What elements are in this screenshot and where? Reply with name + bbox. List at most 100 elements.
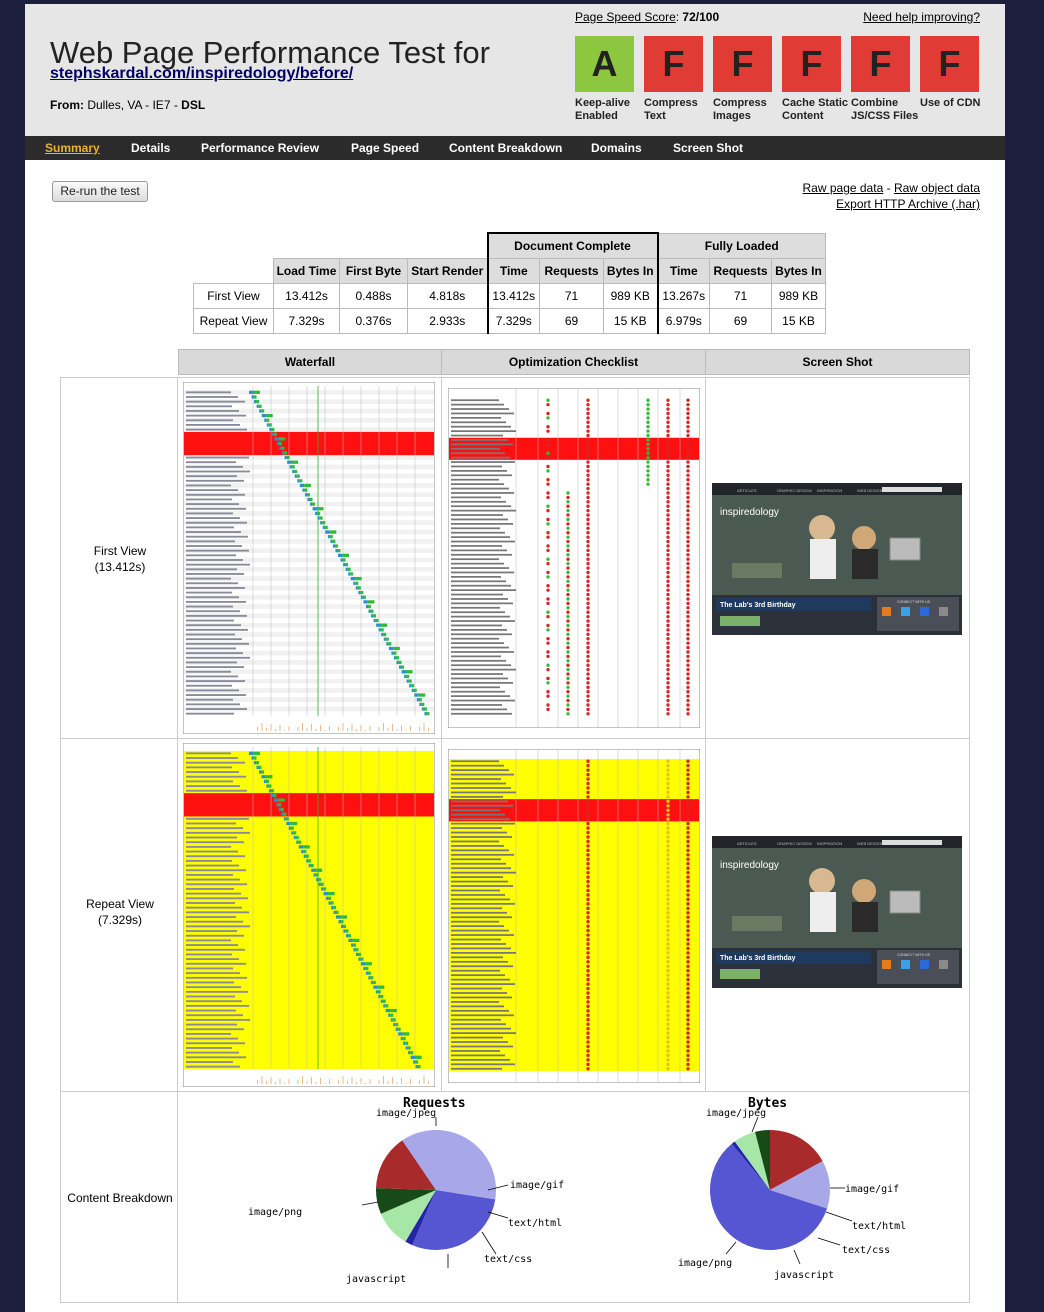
pie-label: text/html <box>852 1221 907 1232</box>
table-cell: 69 <box>709 307 772 334</box>
table-cell: 15 KB <box>771 307 826 334</box>
first-view-checklist-thumbnail[interactable] <box>448 388 700 728</box>
grade-label-4: Cache Static Content <box>782 97 849 122</box>
pie-label: text/css <box>842 1245 891 1256</box>
grade-badge-1[interactable]: A <box>575 36 634 92</box>
pie-label: image/gif <box>845 1184 900 1195</box>
first-view-waterfall-thumbnail[interactable] <box>183 382 435 734</box>
site-screenshot: ARTICLES GRAPHIC DESIGN INSPIRATION WEB DES… <box>712 836 962 988</box>
first-view-screenshot-thumbnail[interactable]: ARTICLES GRAPHIC DESIGN INSPIRATION WEB DES… <box>712 483 962 635</box>
svg-text:CONNECT WITH US: CONNECT WITH US <box>897 953 931 957</box>
grade-badge-5[interactable]: F <box>851 36 910 92</box>
pie-label: image/png <box>678 1258 733 1269</box>
link-separator: - <box>886 181 891 195</box>
checklist-header: Optimization Checklist <box>441 349 706 375</box>
table-cell: 2.933s <box>407 307 488 334</box>
main-nav: Summary Details Performance Review Page … <box>25 136 1005 160</box>
table-row: First View 13.412s 0.488s 4.818s 13.412s… <box>193 282 826 309</box>
pie-label: image/jpeg <box>706 1108 767 1119</box>
table-cell: 15 KB <box>603 307 658 334</box>
pie-label: javascript <box>774 1270 835 1281</box>
grade-label-2: Compress Text <box>644 97 698 122</box>
svg-text:INSPIRATION: INSPIRATION <box>817 841 842 846</box>
row-label: Repeat View <box>193 307 274 334</box>
grade-label-1: Keep-alive Enabled <box>575 97 631 122</box>
repeat-view-waterfall-cell <box>177 738 442 1092</box>
first-view-screenshot-cell: ARTICLES GRAPHIC DESIGN INSPIRATION WEB DES… <box>705 377 970 739</box>
repeat-view-time: (7.329s) <box>97 913 143 927</box>
col-fl-requests: Requests <box>709 257 772 284</box>
from-connection: DSL <box>181 98 206 112</box>
content-breakdown-label-cell: Content Breakdown <box>60 1091 178 1303</box>
svg-text:WEB DESIGN: WEB DESIGN <box>857 488 883 493</box>
pie-chart-bytes <box>710 1116 853 1265</box>
table-cell: 13.267s <box>656 282 710 309</box>
nav-screen-shot[interactable]: Screen Shot <box>673 136 743 160</box>
col-load-time: Load Time <box>273 257 340 284</box>
grade-label-5: Combine JS/CSS Files <box>851 97 919 122</box>
table-cell: 989 KB <box>603 282 658 309</box>
tested-url-link[interactable]: stephskardal.com/inspiredology/before/ <box>50 65 353 83</box>
first-view-time: (13.412s) <box>94 560 146 574</box>
col-fl-bytes: Bytes In <box>771 257 826 284</box>
col-first-byte: First Byte <box>339 257 408 284</box>
svg-text:INSPIRATION: INSPIRATION <box>817 488 842 493</box>
header: Web Page Performance Test for stephskard… <box>25 4 1005 136</box>
raw-page-data-link[interactable]: Raw page data <box>803 181 884 195</box>
table-cell: 13.412s <box>273 282 340 309</box>
page-speed-score: Page Speed Score: 72/100 <box>575 10 720 24</box>
grade-label-3: Compress Images <box>713 97 767 122</box>
first-view-checklist-cell <box>441 377 706 739</box>
table-cell: 989 KB <box>771 282 826 309</box>
svg-text:WEB DESIGN: WEB DESIGN <box>857 841 883 846</box>
table-cell: 71 <box>539 282 604 309</box>
col-dc-bytes: Bytes In <box>603 257 658 284</box>
raw-object-data-link[interactable]: Raw object data <box>894 181 980 195</box>
repeat-view-label-cell: Repeat View (7.329s) <box>60 738 178 1092</box>
export-har-link[interactable]: Export HTTP Archive (.har) <box>836 197 980 211</box>
col-dc-requests: Requests <box>539 257 604 284</box>
grade-badge-2[interactable]: F <box>644 36 703 92</box>
from-label: From: <box>50 98 84 112</box>
raw-data-links: Raw page data - Raw object data Export H… <box>803 180 980 212</box>
table-cell: 7.329s <box>273 307 340 334</box>
waterfall-header: Waterfall <box>178 349 442 375</box>
grade-label-6: Use of CDN <box>920 97 981 109</box>
table-cell: 0.376s <box>339 307 408 334</box>
grade-badge-3[interactable]: F <box>713 36 772 92</box>
svg-text:inspiredology: inspiredology <box>720 507 779 518</box>
svg-text:GRAPHIC DESIGN: GRAPHIC DESIGN <box>777 841 812 846</box>
grade-badge-6[interactable]: F <box>920 36 979 92</box>
svg-text:CONNECT WITH US: CONNECT WITH US <box>897 600 931 604</box>
rerun-test-button[interactable]: Re-run the test <box>52 181 148 202</box>
site-screenshot: ARTICLES GRAPHIC DESIGN INSPIRATION WEB DES… <box>712 483 962 635</box>
page-speed-score-value: 72/100 <box>682 10 720 24</box>
document-complete-header: Document Complete <box>486 232 658 259</box>
screenshot-header: Screen Shot <box>705 349 970 375</box>
from-location: Dulles, VA - IE7 - <box>87 98 178 112</box>
col-fl-time: Time <box>656 257 710 284</box>
nav-domains[interactable]: Domains <box>591 136 642 160</box>
repeat-view-checklist-cell <box>441 738 706 1092</box>
nav-content-breakdown[interactable]: Content Breakdown <box>449 136 562 160</box>
page-speed-score-link[interactable]: Page Speed Score <box>575 10 676 24</box>
test-location: From: Dulles, VA - IE7 - DSL <box>50 98 205 112</box>
repeat-view-checklist-thumbnail[interactable] <box>448 749 700 1083</box>
table-cell: 0.488s <box>339 282 408 309</box>
table-cell: 13.412s <box>486 282 540 309</box>
page: Web Page Performance Test for stephskard… <box>25 4 1005 1312</box>
svg-text:The Lab's 3rd Birthday: The Lab's 3rd Birthday <box>720 955 796 962</box>
grade-badge-4[interactable]: F <box>782 36 841 92</box>
nav-page-speed[interactable]: Page Speed <box>351 136 419 160</box>
help-improving-link[interactable]: Need help improving? <box>863 10 980 24</box>
repeat-view-screenshot-thumbnail[interactable]: ARTICLES GRAPHIC DESIGN INSPIRATION WEB DES… <box>712 836 962 988</box>
content-breakdown-cell: Requests image/jpeg image/gif text/html text… <box>177 1091 970 1303</box>
repeat-view-waterfall-thumbnail[interactable] <box>183 743 435 1087</box>
content-breakdown-label: Content Breakdown <box>67 1191 173 1205</box>
nav-performance-review[interactable]: Performance Review <box>201 136 319 160</box>
nav-details[interactable]: Details <box>131 136 170 160</box>
table-cell: 4.818s <box>407 282 488 309</box>
nav-summary[interactable]: Summary <box>45 136 100 160</box>
results-table: Document Complete Fully Loaded Load Time… <box>193 232 826 334</box>
repeat-view-label: Repeat View <box>86 897 154 911</box>
